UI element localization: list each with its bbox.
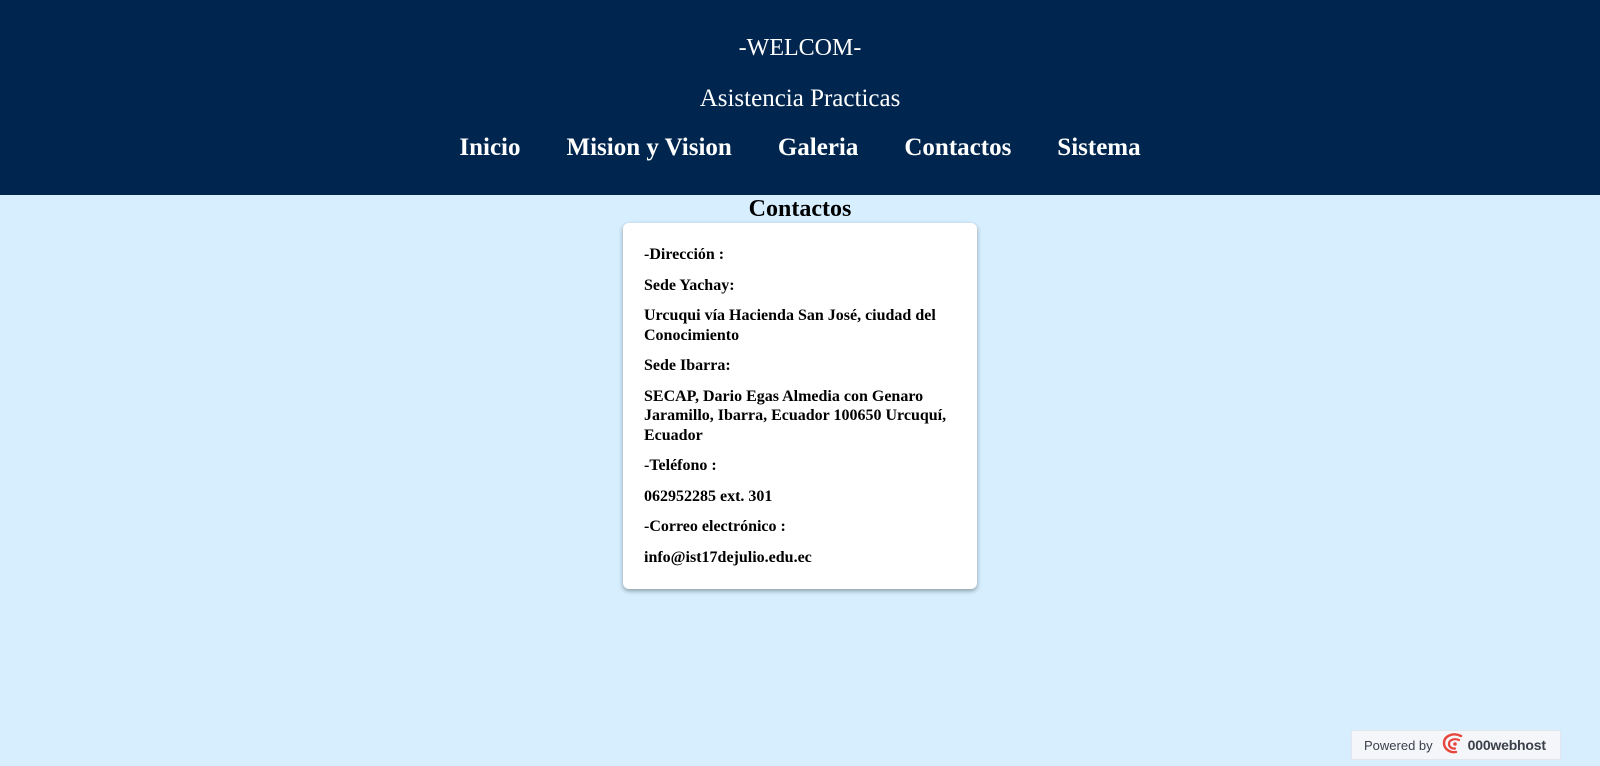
welcome-heading: -WELCOM- <box>738 35 862 61</box>
sede-ibarra-address: SECAP, Dario Egas Almedia con Genaro Jar… <box>644 387 947 444</box>
correo-value: info@ist17dejulio.edu.ec <box>644 548 812 566</box>
nav-item-galeria[interactable]: Galeria <box>778 130 859 166</box>
nav-item-sistema[interactable]: Sistema <box>1057 130 1140 166</box>
telefono-value: 062952285 ext. 301 <box>644 487 773 505</box>
telefono-label: -Teléfono : <box>644 457 717 474</box>
main-nav: Inicio Mision y Vision Galeria Contactos… <box>0 130 1600 166</box>
nav-item-contactos[interactable]: Contactos <box>904 130 1011 166</box>
contact-card: -Dirección : Sede Yachay: Urcuqui vía Ha… <box>623 223 977 589</box>
direccion-label: -Dirección : <box>644 246 725 263</box>
correo-label: -Correo electrónico : <box>644 518 786 535</box>
powered-by-label: Powered by <box>1364 737 1433 753</box>
powered-by-badge[interactable]: Powered by 000webhost <box>1351 730 1561 760</box>
sede-yachay-label: Sede Yachay: <box>644 276 735 294</box>
page-title: Contactos <box>748 196 852 222</box>
nav-item-mision-y-vision[interactable]: Mision y Vision <box>567 130 732 166</box>
000webhost-brand: 000webhost <box>1467 737 1546 753</box>
site-header: -WELCOM- Asistencia Practicas Inicio Mis… <box>0 0 1600 195</box>
000webhost-logo-icon <box>1441 732 1468 759</box>
sede-ibarra-label: Sede Ibarra: <box>644 357 731 374</box>
site-subtitle: Asistencia Practicas <box>699 85 901 112</box>
sede-yachay-address: Urcuqui vía Hacienda San José, ciudad de… <box>644 307 936 344</box>
nav-item-inicio[interactable]: Inicio <box>459 130 520 166</box>
